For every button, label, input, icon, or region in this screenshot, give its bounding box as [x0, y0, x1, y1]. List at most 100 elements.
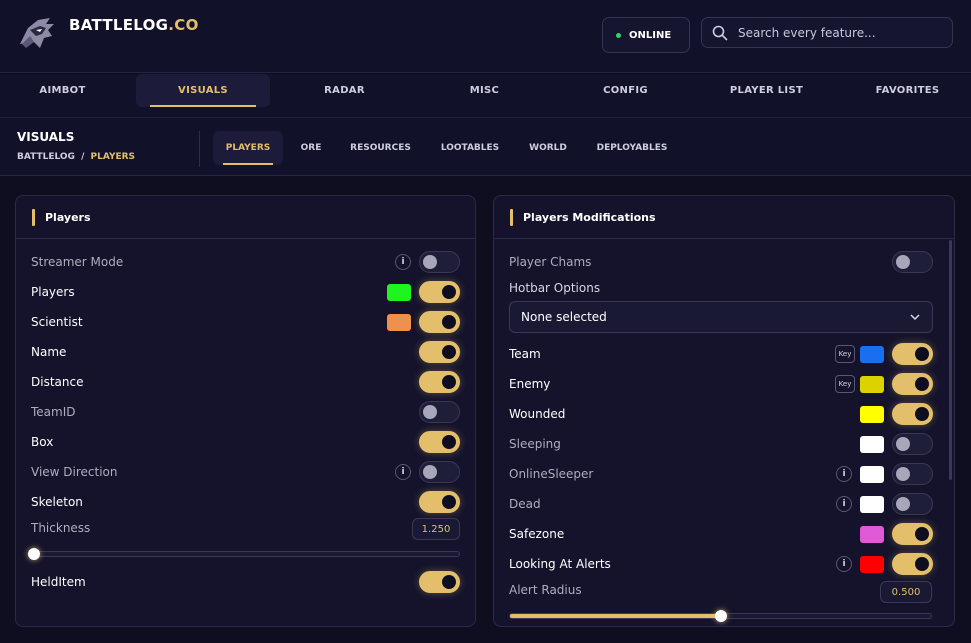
enemy-toggle[interactable]	[892, 373, 933, 395]
thickness-slider[interactable]	[28, 548, 460, 560]
slider-thumb[interactable]	[28, 548, 40, 560]
box-toggle[interactable]	[419, 431, 460, 453]
panel-scrollbar[interactable]	[949, 240, 952, 480]
distance-toggle[interactable]	[419, 371, 460, 393]
setting-helditem: HeldItem	[31, 571, 460, 593]
alert-radius-slider[interactable]	[509, 610, 932, 622]
keybind-badge[interactable]: Key	[835, 345, 855, 363]
team-toggle[interactable]	[892, 343, 933, 365]
setting-scientist: Scientist	[31, 311, 460, 333]
scientist-color-swatch[interactable]	[387, 313, 411, 331]
players-toggle[interactable]	[419, 281, 460, 303]
tab-aimbot[interactable]: AIMBOT	[0, 74, 125, 107]
panel-accent-bar	[32, 208, 35, 226]
sleeping-color-swatch[interactable]	[860, 435, 884, 453]
setting-looking-at-alerts: Looking At Alerts i	[509, 553, 933, 575]
safezone-color-swatch[interactable]	[860, 525, 884, 543]
setting-label: Streamer Mode	[31, 255, 124, 269]
tab-misc[interactable]: MISC	[422, 74, 547, 107]
modifications-panel-header: Players Modifications	[494, 196, 954, 239]
breadcrumb-current: PLAYERS	[90, 152, 136, 162]
setting-label: Players	[31, 285, 75, 299]
setting-label: Box	[31, 435, 54, 449]
onlinesleeper-color-swatch[interactable]	[860, 465, 884, 483]
tab-favorites[interactable]: FAVORITES	[845, 74, 970, 107]
info-icon[interactable]: i	[836, 556, 852, 572]
scientist-toggle[interactable]	[419, 311, 460, 333]
hotbar-selected-value: None selected	[521, 310, 607, 324]
setting-player-chams: Player Chams	[509, 251, 933, 273]
streamer-mode-toggle[interactable]	[419, 251, 460, 273]
dead-toggle[interactable]	[892, 493, 933, 515]
sleeping-toggle[interactable]	[892, 433, 933, 455]
setting-streamer-mode: Streamer Mode i	[31, 251, 460, 273]
setting-label: TeamID	[31, 405, 76, 419]
setting-wounded: Wounded	[509, 403, 933, 425]
tab-radar[interactable]: RADAR	[282, 74, 407, 107]
subtab-deployables[interactable]: DEPLOYABLES	[588, 131, 676, 165]
tab-visuals[interactable]: VISUALS	[136, 74, 270, 107]
players-color-swatch[interactable]	[387, 283, 411, 301]
teamid-toggle[interactable]	[419, 401, 460, 423]
slider-thumb[interactable]	[714, 610, 727, 622]
team-color-swatch[interactable]	[860, 345, 884, 363]
alert-radius-label: Alert Radius	[509, 583, 582, 597]
thickness-value[interactable]: 1.250	[412, 518, 460, 540]
setting-label: Player Chams	[509, 255, 592, 269]
setting-label: Scientist	[31, 315, 83, 329]
subtab-lootables[interactable]: LOOTABLES	[433, 131, 507, 165]
search-box[interactable]	[701, 17, 953, 48]
main-tabs: AIMBOT VISUALS RADAR MISC CONFIG PLAYER …	[0, 74, 971, 118]
subtab-players[interactable]: PLAYERS	[213, 131, 283, 165]
player-chams-toggle[interactable]	[892, 251, 933, 273]
wounded-color-swatch[interactable]	[860, 405, 884, 423]
subtab-world[interactable]: WORLD	[521, 131, 575, 165]
setting-label: Team	[509, 347, 541, 361]
alert-radius-value[interactable]: 0.500	[880, 581, 932, 603]
enemy-color-swatch[interactable]	[860, 375, 884, 393]
modifications-panel-title: Players Modifications	[523, 210, 656, 224]
setting-team: Team Key	[509, 343, 933, 365]
online-dot-icon	[616, 32, 621, 38]
search-icon	[712, 25, 728, 40]
info-icon[interactable]: i	[395, 254, 411, 270]
setting-label: Sleeping	[509, 437, 561, 451]
setting-distance: Distance	[31, 371, 460, 393]
top-header: BATTLELOG.CO ONLINE	[0, 0, 971, 73]
looking-at-alerts-color-swatch[interactable]	[860, 555, 884, 573]
breadcrumb-root[interactable]: BATTLELOG	[17, 152, 75, 162]
online-status-text: ONLINE	[629, 29, 672, 41]
helditem-toggle[interactable]	[419, 571, 460, 593]
info-icon[interactable]: i	[395, 464, 411, 480]
hotbar-options-select[interactable]: None selected	[509, 301, 933, 333]
dead-color-swatch[interactable]	[860, 495, 884, 513]
breadcrumb: BATTLELOG / PLAYERS	[17, 152, 135, 162]
info-icon[interactable]: i	[836, 496, 852, 512]
breadcrumb-separator: /	[81, 152, 85, 162]
view-direction-toggle[interactable]	[419, 461, 460, 483]
setting-label: Enemy	[509, 377, 551, 391]
search-input[interactable]	[738, 25, 938, 40]
onlinesleeper-toggle[interactable]	[892, 463, 933, 485]
players-modifications-panel: Players Modifications Player Chams Hotba…	[493, 195, 955, 627]
setting-name: Name	[31, 341, 460, 363]
info-icon[interactable]: i	[836, 466, 852, 482]
wounded-toggle[interactable]	[892, 403, 933, 425]
skeleton-toggle[interactable]	[419, 491, 460, 513]
setting-enemy: Enemy Key	[509, 373, 933, 395]
tab-config[interactable]: CONFIG	[563, 74, 688, 107]
subtab-ore[interactable]: ORE	[290, 131, 332, 165]
online-status-badge: ONLINE	[602, 17, 690, 53]
subtab-resources[interactable]: RESOURCES	[343, 131, 418, 165]
keybind-badge[interactable]: Key	[835, 375, 855, 393]
safezone-toggle[interactable]	[892, 523, 933, 545]
players-panel-header: Players	[16, 196, 475, 239]
setting-teamid: TeamID	[31, 401, 460, 423]
tab-player-list[interactable]: PLAYER LIST	[704, 74, 829, 107]
setting-dead: Dead i	[509, 493, 933, 515]
looking-at-alerts-toggle[interactable]	[892, 553, 933, 575]
name-toggle[interactable]	[419, 341, 460, 363]
setting-label: View Direction	[31, 465, 118, 479]
setting-onlinesleeper: OnlineSleeper i	[509, 463, 933, 485]
setting-label: OnlineSleeper	[509, 467, 594, 481]
